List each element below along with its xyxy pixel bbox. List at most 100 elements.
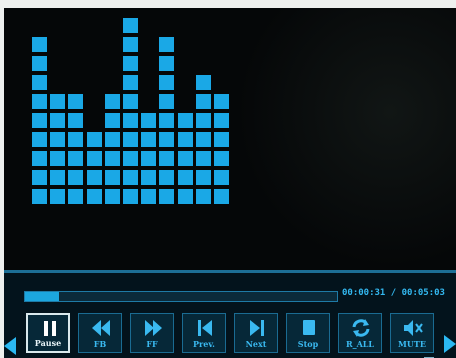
spectrum-cell bbox=[32, 151, 47, 166]
spectrum-cell bbox=[177, 170, 193, 185]
spectrum-cell bbox=[50, 189, 66, 204]
spectrum-cell bbox=[104, 170, 120, 185]
total-time: 00:05:03 bbox=[401, 288, 445, 298]
media-player-screen: 00:00:31 / 00:05:03 Pause FB FF Prev. Next St… bbox=[4, 8, 456, 358]
spectrum-cell bbox=[68, 151, 84, 166]
pause-icon bbox=[44, 321, 56, 336]
spectrum-cell bbox=[104, 189, 120, 204]
spectrum-cell bbox=[50, 94, 66, 109]
spectrum-cell bbox=[50, 132, 66, 147]
fast-backward-button[interactable]: FB bbox=[78, 313, 122, 353]
fast-forward-button[interactable]: FF bbox=[130, 313, 174, 353]
control-label: FF bbox=[146, 339, 158, 349]
spectrum-cell bbox=[86, 170, 102, 185]
spectrum-cell bbox=[123, 113, 138, 128]
spectrum-cell bbox=[50, 170, 66, 185]
spectrum-cell bbox=[32, 132, 47, 147]
spectrum-cell bbox=[123, 189, 138, 204]
spectrum-cell bbox=[177, 151, 193, 166]
spectrum-cell bbox=[123, 37, 138, 52]
spectrum-cell bbox=[159, 56, 175, 71]
spectrum-cell bbox=[214, 94, 229, 109]
spectrum-cell bbox=[86, 132, 102, 147]
stop-button[interactable]: Stop bbox=[286, 313, 330, 353]
spectrum-cell bbox=[159, 37, 175, 52]
spectrum-cell bbox=[32, 94, 47, 109]
spectrum-cell bbox=[123, 132, 138, 147]
audio-spectrum-visualizer bbox=[4, 8, 456, 270]
spectrum-cell bbox=[32, 189, 47, 204]
spectrum-cell bbox=[195, 94, 211, 109]
spectrum-cell bbox=[68, 170, 84, 185]
spectrum-cell bbox=[68, 113, 84, 128]
progress-fill bbox=[25, 292, 60, 301]
spectrum-cell bbox=[32, 56, 47, 71]
repeat-icon bbox=[352, 319, 370, 337]
time-separator: / bbox=[390, 288, 397, 298]
spectrum-cell bbox=[32, 113, 47, 128]
spectrum-cell bbox=[159, 132, 175, 147]
control-label: R_ALL bbox=[345, 339, 375, 349]
control-label: Next bbox=[245, 339, 267, 349]
spectrum-cell bbox=[141, 151, 157, 166]
spectrum-cell bbox=[32, 37, 47, 52]
spectrum-cell bbox=[177, 113, 193, 128]
next-button[interactable]: Next bbox=[234, 313, 278, 353]
scroll-right-icon[interactable] bbox=[444, 335, 456, 353]
spectrum-cell bbox=[50, 113, 66, 128]
spectrum-cell bbox=[159, 75, 175, 90]
spectrum-cell bbox=[214, 170, 229, 185]
spectrum-cell bbox=[214, 151, 229, 166]
spectrum-cell bbox=[86, 189, 102, 204]
spectrum-cell bbox=[159, 94, 175, 109]
spectrum-cell bbox=[104, 132, 120, 147]
fast-backward-icon bbox=[92, 320, 110, 336]
spectrum-cell bbox=[86, 151, 102, 166]
spectrum-cell bbox=[68, 189, 84, 204]
spectrum-cell bbox=[159, 170, 175, 185]
spectrum-cell bbox=[195, 170, 211, 185]
spectrum-cell bbox=[195, 132, 211, 147]
spectrum-cell bbox=[50, 151, 66, 166]
spectrum-cell bbox=[159, 151, 175, 166]
control-label: Prev. bbox=[193, 339, 215, 349]
spectrum-cell bbox=[141, 132, 157, 147]
skip-next-icon bbox=[250, 320, 264, 336]
speaker-mute-icon bbox=[404, 320, 423, 336]
skip-previous-icon bbox=[198, 320, 212, 336]
spectrum-cell bbox=[141, 189, 157, 204]
spectrum-cell bbox=[141, 113, 157, 128]
progress-bar[interactable] bbox=[24, 291, 338, 302]
spectrum-cell bbox=[141, 170, 157, 185]
pause-button[interactable]: Pause bbox=[26, 313, 70, 353]
spectrum-cell bbox=[195, 75, 211, 90]
spectrum-cell bbox=[214, 189, 229, 204]
spectrum-cell bbox=[123, 56, 138, 71]
spectrum-cell bbox=[159, 189, 175, 204]
spectrum-cell bbox=[68, 94, 84, 109]
spectrum-cell bbox=[123, 18, 138, 33]
stop-icon bbox=[303, 320, 315, 335]
spectrum-cell bbox=[195, 113, 211, 128]
spectrum-cell bbox=[177, 189, 193, 204]
scroll-left-icon[interactable] bbox=[4, 337, 16, 355]
repeat-all-button[interactable]: R_ALL bbox=[338, 313, 382, 353]
spectrum-cell bbox=[123, 94, 138, 109]
mute-button[interactable]: MUTE bbox=[390, 313, 434, 353]
spectrum-cell bbox=[104, 94, 120, 109]
playback-control-bar: 00:00:31 / 00:05:03 Pause FB FF Prev. Next St… bbox=[4, 270, 456, 358]
control-label: FB bbox=[93, 339, 107, 349]
control-label: MUTE bbox=[398, 339, 426, 349]
spectrum-cell bbox=[195, 151, 211, 166]
fast-forward-icon bbox=[145, 320, 162, 336]
spectrum-cell bbox=[123, 151, 138, 166]
spectrum-cell bbox=[123, 170, 138, 185]
spectrum-cell bbox=[104, 113, 120, 128]
spectrum-cell bbox=[32, 170, 47, 185]
spectrum-cell bbox=[177, 132, 193, 147]
elapsed-time: 00:00:31 bbox=[342, 288, 386, 298]
spectrum-cell bbox=[32, 75, 47, 90]
spectrum-cell bbox=[159, 113, 175, 128]
previous-button[interactable]: Prev. bbox=[182, 313, 226, 353]
control-label: Stop bbox=[297, 339, 319, 349]
